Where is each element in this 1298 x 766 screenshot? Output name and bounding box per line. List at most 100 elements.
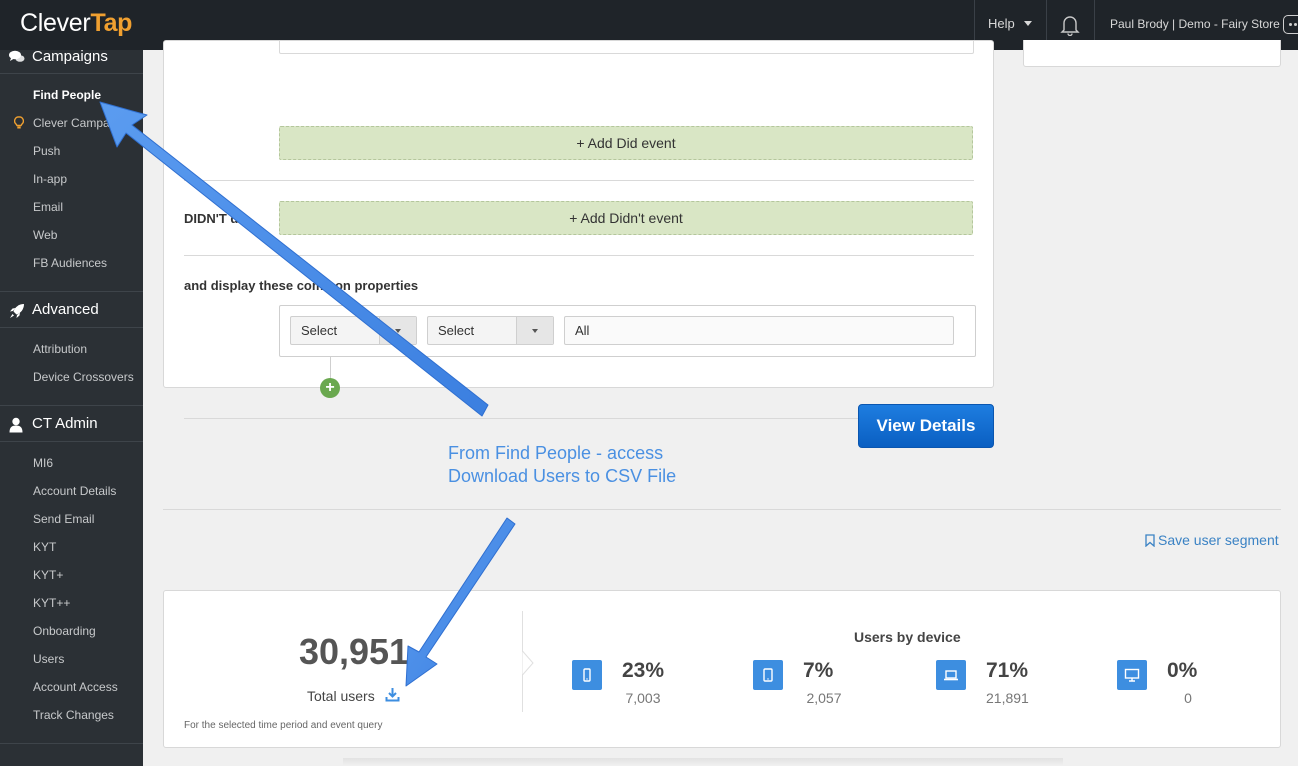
user-stats-card: 30,951 Total users For the selected time… (163, 590, 1281, 748)
sidebar-item-find-people[interactable]: Find People (33, 88, 101, 102)
add-did-event-button[interactable]: + Add Did event (279, 126, 973, 160)
device-percent: 23% (622, 659, 665, 682)
sidebar-divider (0, 743, 143, 744)
sidebar-section-title: Advanced (32, 301, 99, 318)
bottom-shadow (343, 758, 1063, 766)
connector-line (330, 357, 331, 379)
previous-event-row (279, 41, 974, 54)
sidebar-item-onboarding[interactable]: Onboarding (33, 624, 96, 638)
main-content: + Add Did event DIDN'T do + Add Didn't e… (143, 40, 1298, 766)
save-segment-label: Save user segment (1158, 532, 1279, 548)
chevron-right-icon (522, 651, 534, 675)
sidebar-item-account-access[interactable]: Account Access (33, 680, 118, 694)
laptop-icon (936, 660, 966, 690)
chat-bubbles-icon (9, 50, 25, 62)
caret-down-icon (516, 317, 553, 344)
section-divider (163, 509, 1281, 510)
annotation-line: From Find People - access (448, 443, 664, 463)
download-icon[interactable] (385, 687, 400, 702)
tablet-icon (753, 660, 783, 690)
account-name[interactable]: Paul Brody | Demo - Fairy Store (1110, 17, 1280, 31)
sidebar-section-ct-admin[interactable]: CT Admin (0, 407, 143, 441)
annotation-text: From Find People - access Download Users… (448, 442, 676, 488)
rocket-icon (10, 304, 24, 318)
bell-icon[interactable] (1060, 14, 1080, 36)
sidebar-divider (0, 327, 143, 328)
property-select-2[interactable]: Select (427, 316, 554, 345)
help-menu[interactable]: Help (988, 16, 1032, 31)
section-divider (184, 255, 974, 256)
device-stat-laptop: 71% 21,891 (936, 659, 1066, 719)
sidebar-item-send-email[interactable]: Send Email (33, 512, 94, 526)
sidebar-item-attribution[interactable]: Attribution (33, 342, 87, 356)
sidebar-section-advanced[interactable]: Advanced (0, 293, 143, 327)
query-builder-card: + Add Did event DIDN'T do + Add Didn't e… (163, 40, 994, 419)
sidebar-item-in-app[interactable]: In-app (33, 172, 67, 186)
property-select-1[interactable]: Select (290, 316, 417, 345)
device-stat-desktop: 0% 0 (1117, 659, 1247, 719)
view-details-button[interactable]: View Details (858, 404, 994, 448)
add-property-button[interactable]: + (320, 378, 340, 398)
device-stat-phone: 23% 7,003 (572, 659, 702, 719)
dot-icon (1289, 23, 1292, 26)
sidebar-divider (0, 291, 143, 292)
sidebar-section-title: Campaigns (32, 48, 108, 65)
clevertap-logo[interactable]: CleverTap (20, 9, 132, 38)
lightbulb-icon (14, 116, 24, 129)
sidebar-section-campaigns[interactable]: Campaigns (0, 40, 143, 74)
sidebar-item-users[interactable]: Users (33, 652, 64, 666)
phone-icon (572, 660, 602, 690)
sidebar-item-fb-audiences[interactable]: FB Audiences (33, 256, 107, 270)
total-users-count: 30,951 (298, 631, 410, 672)
caret-down-icon (1023, 21, 1032, 26)
sidebar-divider (0, 441, 143, 442)
sidebar-item-account-details[interactable]: Account Details (33, 484, 116, 498)
logo-text: Clever (20, 9, 91, 37)
sidebar-item-track-changes[interactable]: Track Changes (33, 708, 114, 722)
desktop-icon (1117, 660, 1147, 690)
help-label: Help (988, 16, 1015, 31)
caret-down-icon (379, 317, 416, 344)
display-properties-label: and display these common properties (184, 278, 419, 293)
section-divider (184, 180, 974, 181)
annotation-line: Download Users to CSV File (448, 466, 677, 486)
sidebar-section-title: CT Admin (32, 415, 98, 432)
sidebar-divider (0, 405, 143, 406)
save-user-segment-link[interactable]: Save user segment (1145, 532, 1279, 548)
didnt-do-label: DIDN'T do (184, 211, 247, 226)
more-menu-button[interactable] (1283, 15, 1298, 34)
sidebar-item-clever-campaign[interactable]: Clever Campaign (33, 116, 126, 130)
add-didnt-event-button[interactable]: + Add Didn't event (279, 201, 973, 235)
device-percent: 7% (803, 659, 834, 682)
dot-icon (1294, 23, 1297, 26)
property-filter-row: Select Select All (279, 305, 976, 357)
select-value: Select (438, 323, 475, 338)
side-panel-card (1023, 40, 1281, 67)
sidebar-item-web[interactable]: Web (33, 228, 57, 242)
section-divider (184, 418, 974, 419)
device-count: 21,891 (986, 690, 1029, 706)
stats-footnote: For the selected time period and event q… (184, 720, 383, 731)
property-value-input[interactable]: All (564, 316, 954, 345)
sidebar-item-kyt-plus-plus[interactable]: KYT++ (33, 596, 70, 610)
sidebar-item-push[interactable]: Push (33, 144, 60, 158)
sidebar-item-kyt-plus[interactable]: KYT+ (33, 568, 63, 582)
sidebar-item-mi6[interactable]: MI6 (33, 456, 53, 470)
logo-accent-text: Tap (90, 9, 133, 37)
select-value: Select (301, 323, 338, 338)
sidebar-item-email[interactable]: Email (33, 200, 63, 214)
sidebar: Campaigns Find People Clever Campaign Pu… (0, 48, 143, 766)
sidebar-item-kyt[interactable]: KYT (33, 540, 56, 554)
user-icon (9, 417, 23, 433)
device-count: 0 (1184, 690, 1192, 706)
users-by-device-title: Users by device (854, 629, 961, 645)
device-count: 2,057 (806, 690, 842, 706)
sidebar-divider (0, 73, 143, 74)
bookmark-icon (1145, 534, 1155, 548)
device-percent: 0% (1167, 659, 1198, 682)
total-users-label: Total users (307, 688, 375, 704)
device-percent: 71% (986, 659, 1029, 682)
sidebar-item-device-crossovers[interactable]: Device Crossovers (33, 370, 134, 384)
device-count: 7,003 (625, 690, 661, 706)
device-stat-tablet: 7% 2,057 (753, 659, 883, 719)
